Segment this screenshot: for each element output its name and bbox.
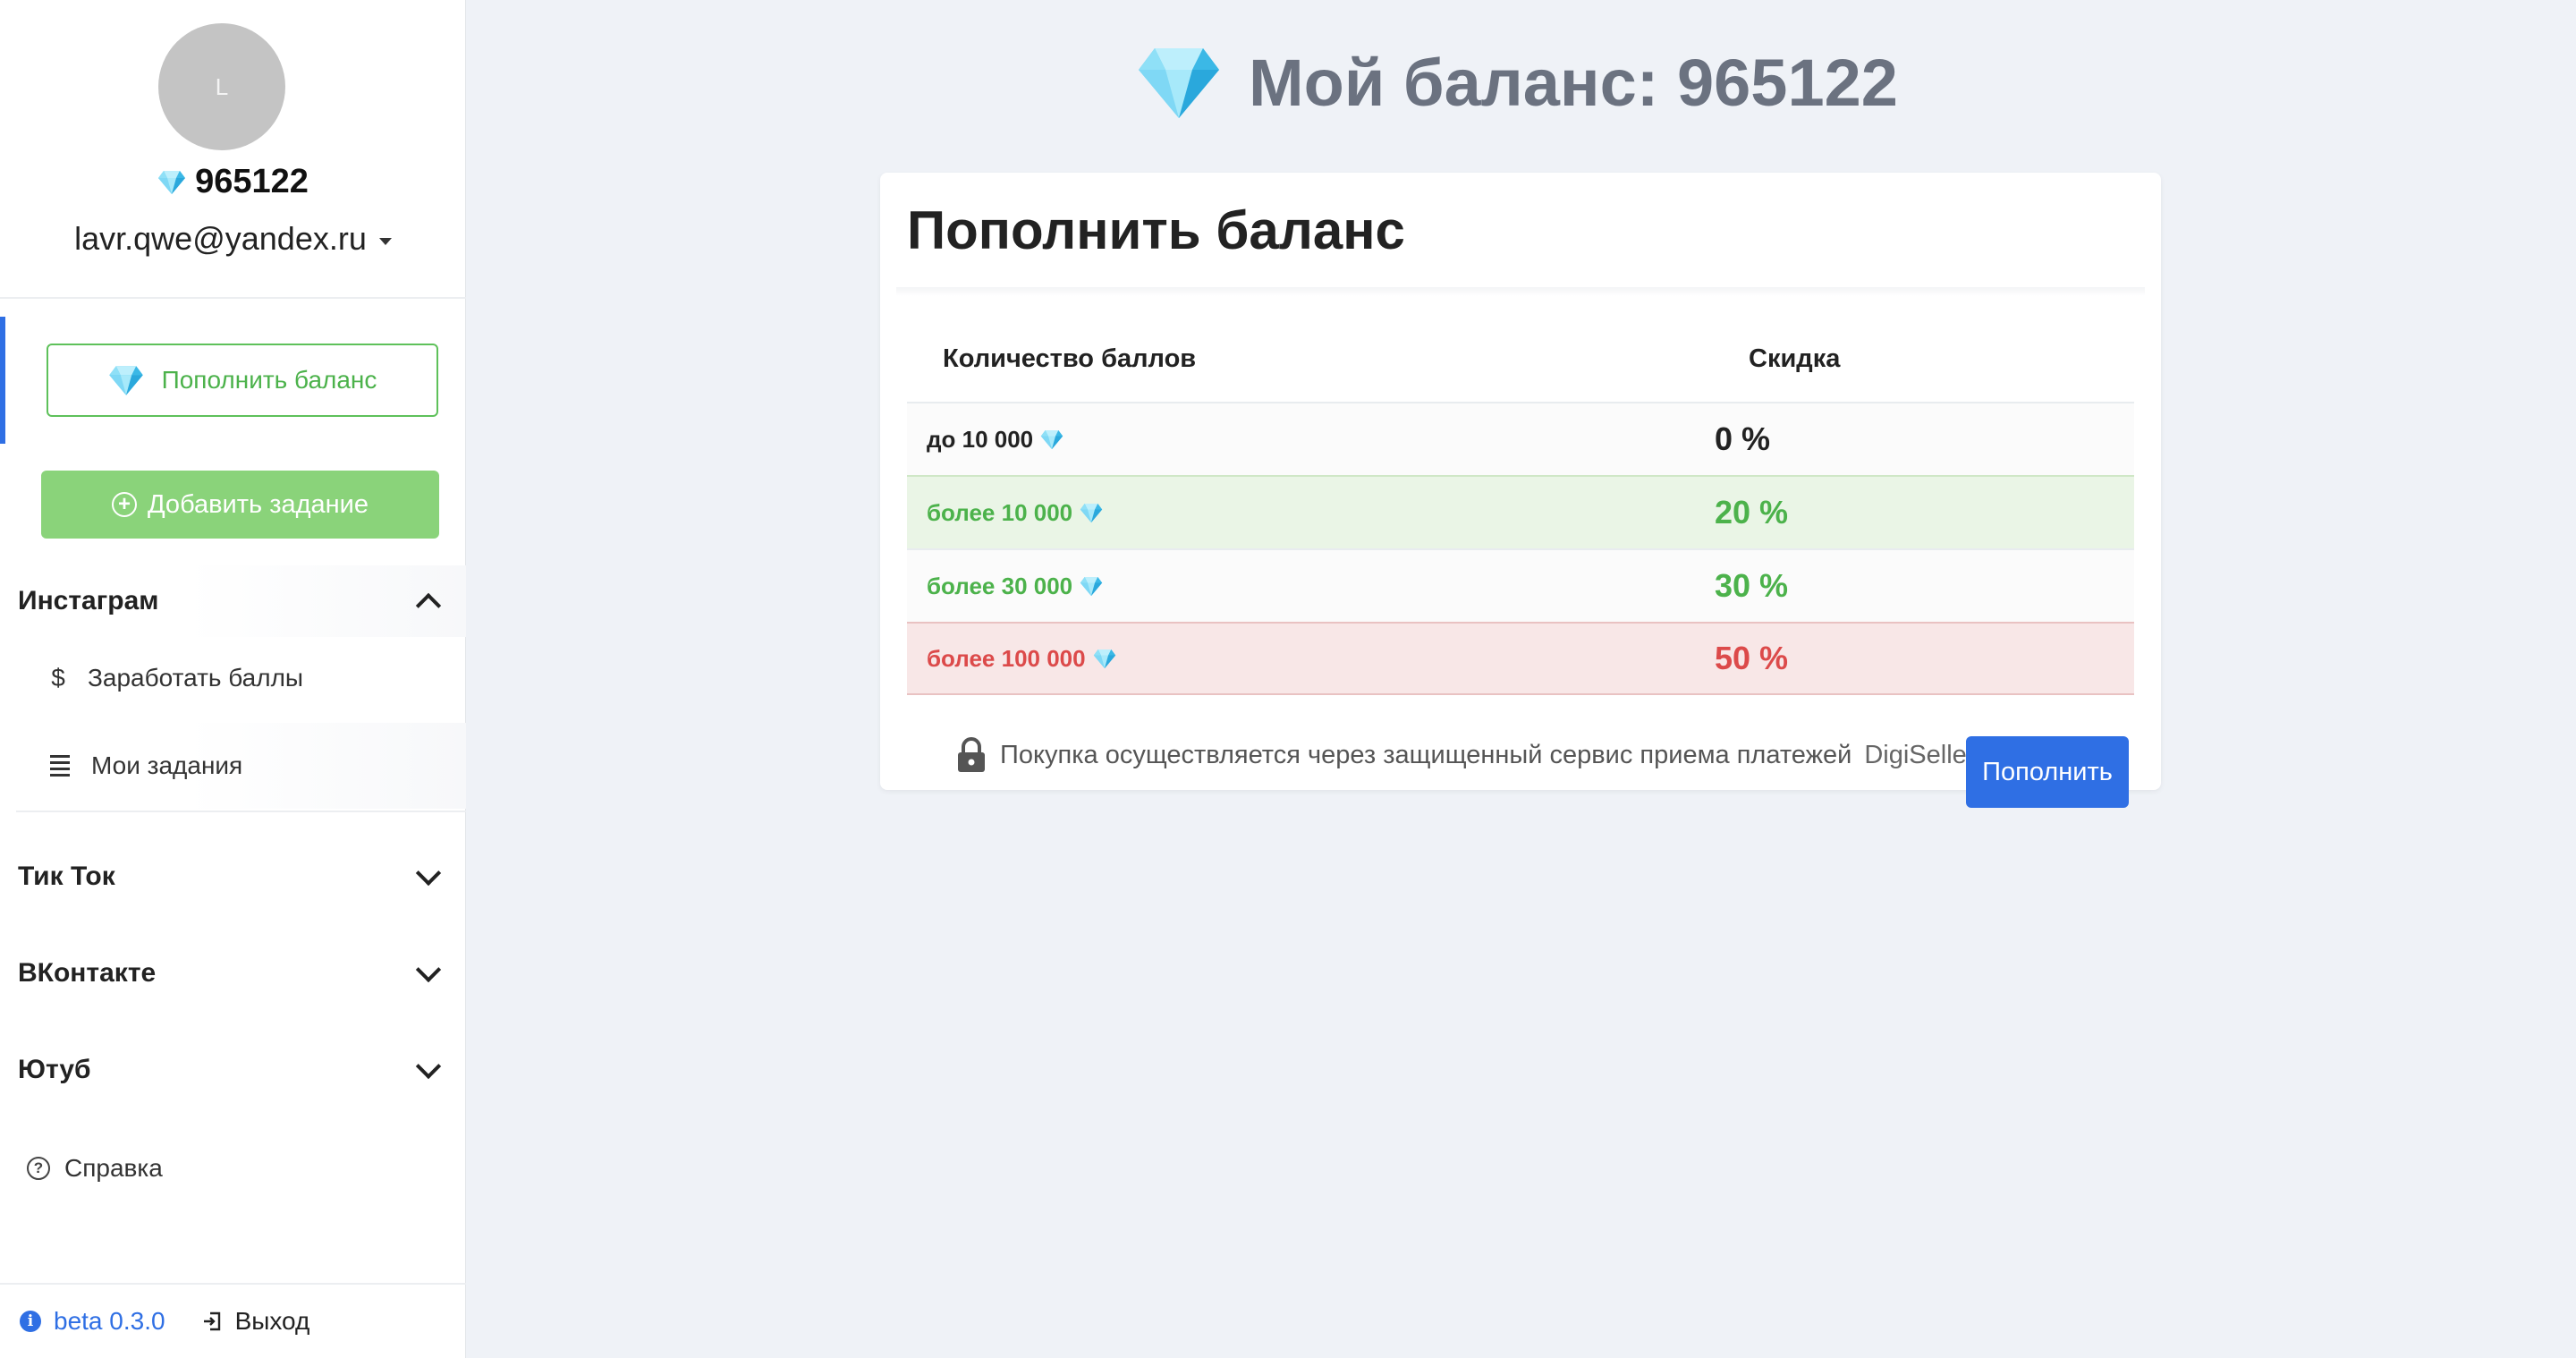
- section-label: Ютуб: [18, 1055, 91, 1084]
- topup-balance-label: Пополнить баланс: [161, 366, 377, 394]
- column-header-discount: Скидка: [1749, 344, 1841, 373]
- divider: [16, 811, 466, 812]
- discount-value: 50 %: [1715, 640, 1789, 676]
- dollar-icon: $: [51, 664, 65, 692]
- diamond-icon: [1080, 576, 1103, 597]
- logout-icon: [203, 1311, 220, 1331]
- points-value: более 100 000: [927, 644, 1086, 672]
- plus-circle-icon: +: [111, 492, 137, 517]
- question-circle-icon: ?: [27, 1157, 50, 1180]
- points-cell: более 10 000: [907, 499, 1715, 527]
- payment-note-text: Покупка осуществляется через защищенный …: [1000, 740, 1852, 769]
- column-header-points: Количество баллов: [943, 344, 1197, 373]
- user-balance: 965122: [0, 163, 466, 201]
- table-row: более 10 000 20 %: [907, 475, 2134, 548]
- page-title: Мой баланс: 965122: [1136, 45, 1898, 121]
- discount-value: 20 %: [1715, 494, 1789, 530]
- add-task-label: Добавить задание: [147, 489, 369, 519]
- chevron-up-icon: [415, 592, 442, 619]
- chevron-down-icon: [415, 860, 442, 887]
- points-cell: до 10 000: [907, 426, 1715, 454]
- points-cell: более 30 000: [907, 573, 1715, 600]
- points-cell: более 100 000: [907, 645, 1715, 673]
- sidebar-item-my-tasks[interactable]: Мои задания: [0, 723, 466, 809]
- pay-button[interactable]: Пополнить: [1966, 736, 2129, 808]
- table-row: более 30 000 30 %: [907, 548, 2134, 622]
- payment-vendor: DigiSeller: [1864, 740, 1976, 769]
- section-tiktok[interactable]: Тик Ток: [0, 841, 466, 912]
- version-link[interactable]: i beta 0.3.0: [20, 1307, 165, 1336]
- sidebar-item-label: Заработать баллы: [88, 664, 304, 692]
- points-value: более 30 000: [927, 572, 1073, 599]
- card-title: Пополнить баланс: [907, 200, 1405, 260]
- chevron-down-icon: [415, 956, 442, 983]
- diamond-icon: [1136, 46, 1222, 121]
- section-label: ВКонтакте: [18, 958, 157, 988]
- diamond-icon: [157, 170, 186, 195]
- logout-label: Выход: [234, 1307, 310, 1335]
- sidebar: L 965122 lavr.qwe@yandex.ru Пополнить ба…: [0, 0, 466, 1358]
- discount-value: 0 %: [1715, 420, 1771, 457]
- discount-value: 30 %: [1715, 567, 1789, 604]
- diamond-icon: [108, 365, 144, 396]
- card-divider: [896, 287, 2145, 296]
- section-label: Тик Ток: [18, 861, 115, 891]
- user-email: lavr.qwe@yandex.ru: [74, 220, 367, 257]
- list-icon: [50, 755, 70, 777]
- version-label: beta 0.3.0: [54, 1307, 165, 1335]
- section-instagram[interactable]: Инстаграм: [0, 565, 466, 637]
- section-label: Инстаграм: [18, 586, 159, 615]
- section-vkontakte[interactable]: ВКонтакте: [0, 938, 466, 1009]
- logout-button[interactable]: Выход: [201, 1307, 310, 1336]
- diamond-icon: [1093, 649, 1116, 669]
- balance-title-text: Мой баланс: 965122: [1249, 46, 1898, 120]
- help-label: Справка: [64, 1154, 163, 1182]
- avatar[interactable]: L: [158, 23, 285, 150]
- points-value: до 10 000: [927, 425, 1034, 453]
- topup-balance-button[interactable]: Пополнить баланс: [47, 344, 438, 417]
- user-menu-toggle[interactable]: lavr.qwe@yandex.ru: [0, 220, 466, 258]
- sidebar-item-label: Мои задания: [91, 751, 243, 779]
- avatar-letter: L: [215, 72, 229, 100]
- table-row: более 100 000 50 %: [907, 622, 2134, 695]
- topup-card: Пополнить баланс Количество баллов Скидк…: [880, 173, 2161, 808]
- chevron-down-icon: [415, 1053, 442, 1080]
- payment-note: Покупка осуществляется через защищенный …: [955, 736, 1975, 774]
- info-icon: i: [20, 1311, 41, 1332]
- user-balance-value: 965122: [195, 163, 309, 200]
- caret-down-icon: [378, 238, 392, 245]
- sidebar-footer: i beta 0.3.0 Выход: [0, 1283, 466, 1358]
- lock-icon: [958, 737, 985, 772]
- divider: [0, 297, 466, 299]
- section-youtube[interactable]: Ютуб: [0, 1034, 466, 1106]
- help-link[interactable]: ? Справка: [27, 1154, 163, 1183]
- active-indicator: [0, 317, 5, 444]
- diamond-icon: [1040, 429, 1063, 450]
- add-task-button[interactable]: + Добавить задание: [41, 471, 439, 539]
- diamond-icon: [1080, 503, 1103, 523]
- table-row: до 10 000 0 %: [907, 402, 2134, 475]
- sidebar-item-earn-points[interactable]: $ Заработать баллы: [0, 635, 466, 721]
- points-value: более 10 000: [927, 498, 1073, 526]
